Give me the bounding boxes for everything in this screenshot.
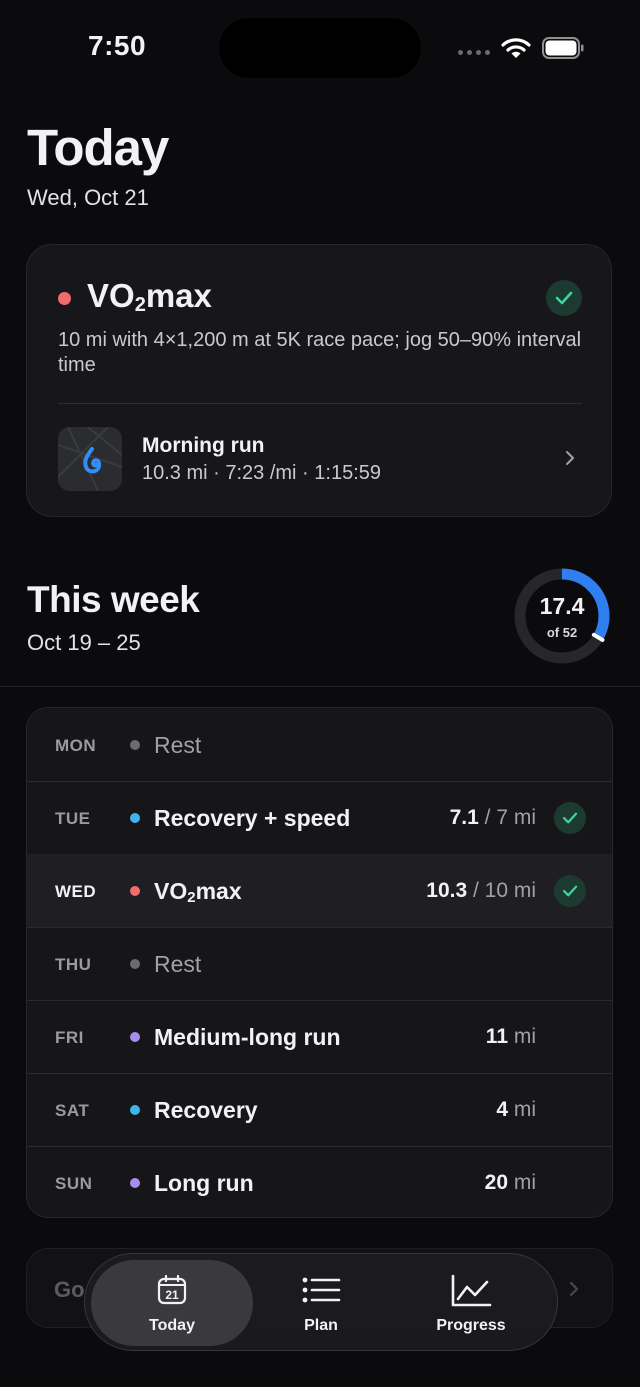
day-label: TUE <box>55 809 91 828</box>
day-label: SUN <box>55 1174 93 1193</box>
day-label: WED <box>55 882 97 901</box>
week-date-range: Oct 19 – 25 <box>27 630 141 655</box>
day-label: FRI <box>55 1028 84 1047</box>
completed-check-icon <box>546 280 582 316</box>
workout-description: 10 mi with 4×1,200 m at 5K race pace; jo… <box>58 329 582 376</box>
week-day-row[interactable]: FRI Medium-long run 11 mi <box>27 1000 612 1074</box>
svg-text:21: 21 <box>165 1288 179 1302</box>
list-icon <box>302 1277 341 1303</box>
page-date: Wed, Oct 21 <box>27 185 149 210</box>
section-divider <box>0 686 640 687</box>
workout-type-dot <box>130 1105 140 1115</box>
workout-distance: 7.1 / 7 mi <box>449 806 536 829</box>
workout-name: Rest <box>154 951 202 977</box>
route-map-thumbnail <box>58 427 122 491</box>
workout-distance: 10.3 / 10 mi <box>426 879 536 902</box>
workout-name: Recovery + speed <box>154 805 351 831</box>
workout-type-dot <box>58 292 71 305</box>
tab-progress-label: Progress <box>436 1317 506 1334</box>
activity-stats: 10.3 mi · 7:23 /mi · 1:15:59 <box>142 462 382 484</box>
week-title: This week <box>27 579 200 620</box>
day-label: THU <box>55 955 92 974</box>
workout-type-dot <box>130 1178 140 1188</box>
weekly-mileage-value: 17.4 <box>539 593 585 619</box>
dynamic-island <box>219 18 421 78</box>
next-card-title: Go <box>54 1277 85 1302</box>
weekly-mileage-target: of 52 <box>546 625 578 640</box>
chevron-right-icon[interactable] <box>563 449 577 467</box>
week-day-row[interactable]: SUN Long run 20 mi <box>27 1146 612 1217</box>
week-schedule-table: MON Rest TUE Recovery + speed 7.1 / 7 mi WED V… <box>26 707 613 1218</box>
workout-type-dot <box>130 886 140 896</box>
tab-plan-label: Plan <box>304 1317 338 1334</box>
battery-icon <box>542 37 584 59</box>
page-title: Today <box>27 119 169 176</box>
workout-name: Recovery <box>154 1097 258 1123</box>
cellular-signal-icon <box>458 50 490 55</box>
workout-type-dot <box>130 959 140 969</box>
tab-plan[interactable]: Plan <box>241 1254 401 1350</box>
workout-title: VO2max <box>87 277 212 316</box>
workout-distance: 11 mi <box>485 1025 536 1048</box>
week-day-row[interactable]: MON Rest <box>27 708 612 782</box>
completed-check-icon <box>554 875 586 907</box>
workout-type-dot <box>130 813 140 823</box>
tab-bar: 21 Today Plan Progress <box>84 1253 558 1351</box>
workout-distance: 20 mi <box>484 1171 536 1194</box>
week-day-row[interactable]: WED VO2max 10.3 / 10 mi <box>27 854 612 928</box>
workout-type-dot <box>130 1032 140 1042</box>
chart-icon <box>451 1274 492 1307</box>
week-day-row[interactable]: THU Rest <box>27 927 612 1001</box>
tab-today-label: Today <box>149 1317 195 1334</box>
day-label: MON <box>55 736 97 755</box>
day-label: SAT <box>55 1101 90 1120</box>
tab-today[interactable]: 21 Today <box>91 1254 253 1350</box>
status-time: 7:50 <box>88 30 147 61</box>
chevron-right-icon <box>570 1282 578 1296</box>
week-day-row[interactable]: SAT Recovery 4 mi <box>27 1073 612 1147</box>
wifi-icon <box>501 38 531 58</box>
workout-name: Medium-long run <box>154 1024 341 1050</box>
activity-title: Morning run <box>142 434 265 457</box>
workout-distance: 4 mi <box>496 1098 536 1121</box>
completed-check-icon <box>554 802 586 834</box>
workout-type-dot <box>130 740 140 750</box>
today-workout-card[interactable]: VO2max 10 mi with 4×1,200 m at 5K race p… <box>26 244 612 517</box>
workout-name: VO2max <box>154 878 242 906</box>
card-divider <box>58 403 582 404</box>
workout-name: Rest <box>154 732 202 758</box>
workout-name: Long run <box>154 1170 254 1196</box>
calendar-icon: 21 <box>157 1274 187 1305</box>
tab-progress[interactable]: Progress <box>391 1254 551 1350</box>
week-day-row[interactable]: TUE Recovery + speed 7.1 / 7 mi <box>27 781 612 855</box>
